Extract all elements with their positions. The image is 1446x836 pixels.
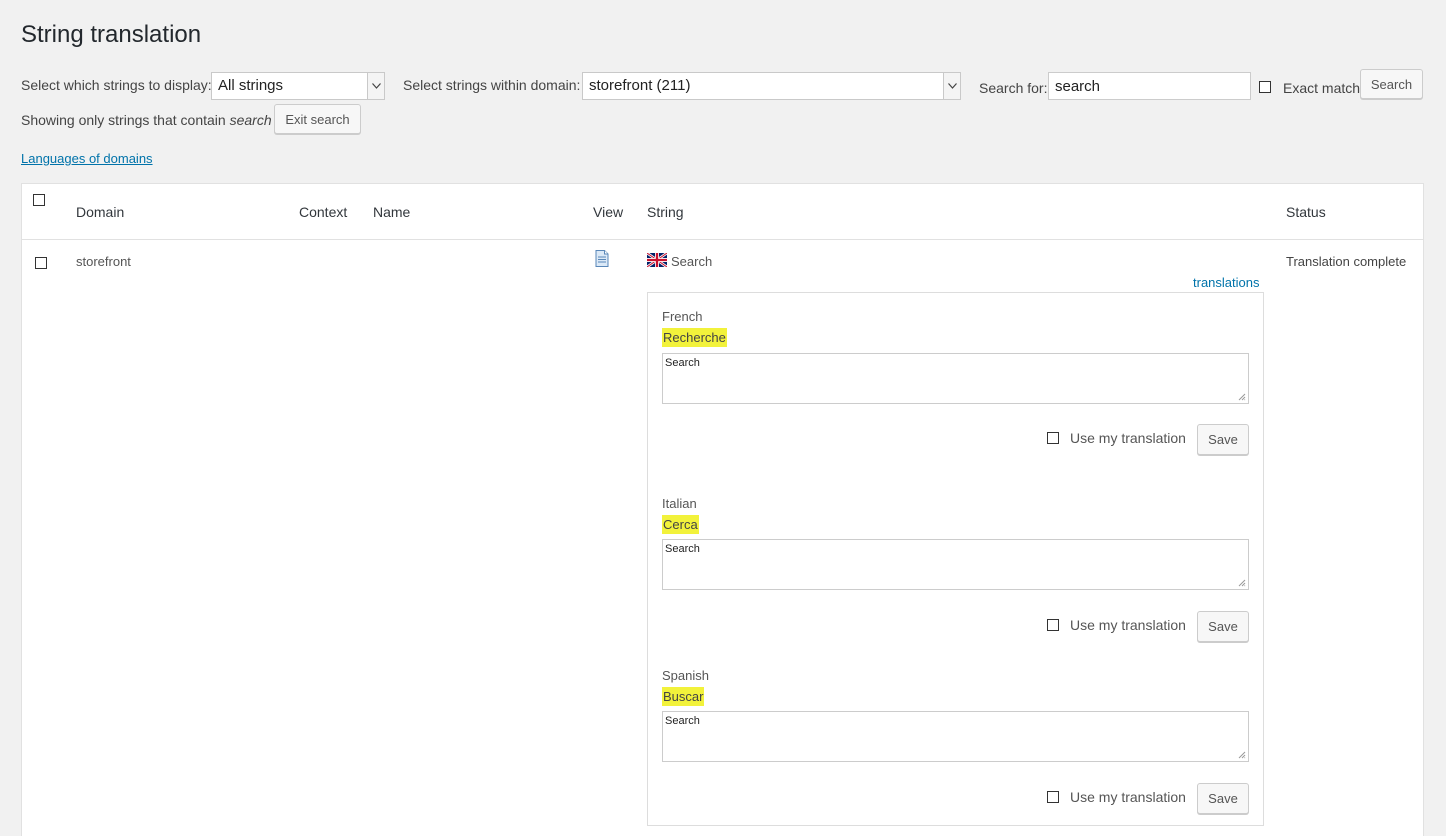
exact-match-checkbox[interactable] bbox=[1259, 81, 1271, 93]
uk-flag-icon bbox=[646, 251, 668, 270]
search-button[interactable]: Search bbox=[1360, 69, 1423, 99]
display-filter-select[interactable]: All strings bbox=[211, 72, 385, 100]
string-translation-page: String translation Select which strings … bbox=[0, 0, 1446, 836]
column-header-string[interactable]: String bbox=[647, 204, 684, 220]
use-my-translation-label: Use my translation bbox=[1070, 617, 1186, 633]
row-domain: storefront bbox=[76, 254, 131, 269]
search-for-label: Search for: bbox=[979, 80, 1048, 96]
translation-textarea-french[interactable]: Search bbox=[662, 353, 1249, 404]
translation-textarea-spanish[interactable]: Search bbox=[662, 711, 1249, 762]
save-button-italian[interactable]: Save bbox=[1197, 611, 1249, 642]
resize-grip-icon[interactable] bbox=[1238, 579, 1246, 587]
resize-grip-icon[interactable] bbox=[1238, 393, 1246, 401]
use-my-translation-label: Use my translation bbox=[1070, 430, 1186, 446]
column-header-view: View bbox=[593, 204, 624, 220]
translation-textarea-italian[interactable]: Search bbox=[662, 539, 1249, 590]
display-filter-value: All strings bbox=[218, 77, 284, 94]
use-my-translation-checkbox-french[interactable] bbox=[1047, 432, 1059, 444]
use-my-translation-checkbox-italian[interactable] bbox=[1047, 619, 1059, 631]
document-view-icon[interactable] bbox=[595, 250, 609, 270]
column-header-status[interactable]: Status bbox=[1286, 204, 1326, 220]
column-header-name[interactable]: Name bbox=[373, 204, 410, 220]
exact-match-label: Exact match bbox=[1283, 80, 1361, 96]
translations-link[interactable]: translations bbox=[1193, 275, 1259, 290]
use-my-translation-label: Use my translation bbox=[1070, 789, 1186, 805]
translations-panel: French Recherche Search Use my translati… bbox=[647, 292, 1264, 826]
showing-term: search bbox=[229, 112, 272, 128]
column-header-domain[interactable]: Domain bbox=[76, 204, 124, 220]
domain-filter-label: Select strings within domain: bbox=[403, 77, 581, 93]
translated-value-spanish: Buscar bbox=[662, 687, 705, 706]
chevron-down-icon bbox=[943, 73, 960, 99]
search-input[interactable] bbox=[1048, 72, 1251, 100]
textarea-text: Search bbox=[665, 357, 700, 369]
exit-search-button[interactable]: Exit search bbox=[274, 104, 361, 134]
page-title: String translation bbox=[21, 21, 202, 48]
chevron-down-icon bbox=[367, 73, 384, 99]
save-button-spanish[interactable]: Save bbox=[1197, 783, 1249, 814]
header-divider bbox=[22, 239, 1423, 240]
save-button-french[interactable]: Save bbox=[1197, 424, 1249, 455]
resize-grip-icon[interactable] bbox=[1238, 751, 1246, 759]
column-header-context[interactable]: Context bbox=[299, 204, 347, 220]
languages-of-domains-link[interactable]: Languages of domains bbox=[21, 151, 153, 166]
row-status: Translation complete bbox=[1286, 254, 1407, 269]
display-filter-label: Select which strings to display: bbox=[21, 77, 212, 93]
showing-filter-text: Showing only strings that contain search bbox=[21, 110, 272, 130]
use-my-translation-checkbox-spanish[interactable] bbox=[1047, 791, 1059, 803]
select-all-checkbox[interactable] bbox=[33, 194, 45, 206]
showing-prefix: Showing only strings that contain bbox=[21, 112, 226, 128]
translated-value-italian: Cerca bbox=[662, 515, 699, 534]
textarea-text: Search bbox=[665, 715, 700, 727]
row-checkbox[interactable] bbox=[35, 257, 47, 269]
language-name-french: French bbox=[662, 309, 703, 324]
row-string: Search bbox=[671, 254, 713, 269]
strings-table: Domain Context Name View String Status s… bbox=[21, 183, 1424, 836]
domain-filter-value: storefront (211) bbox=[589, 77, 691, 94]
domain-filter-select[interactable]: storefront (211) bbox=[582, 72, 961, 100]
language-name-spanish: Spanish bbox=[662, 668, 709, 683]
textarea-text: Search bbox=[665, 543, 700, 555]
translated-value-french: Recherche bbox=[662, 328, 727, 347]
language-name-italian: Italian bbox=[662, 496, 697, 511]
